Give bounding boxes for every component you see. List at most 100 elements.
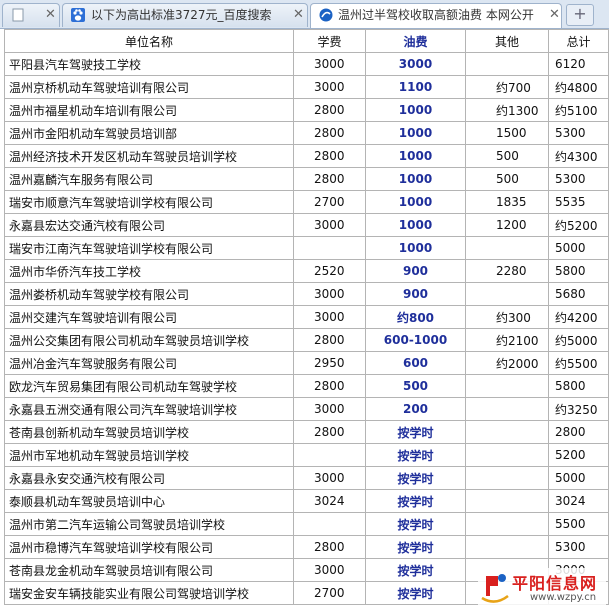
- table-row: 温州交建汽车驾驶培训有限公司 3000 约800 约300 约4200: [4, 305, 609, 329]
- cell-fuel-fee: 按学时: [365, 489, 466, 513]
- cell-fuel-fee: 按学时: [365, 420, 466, 444]
- table-row: 永嘉县永安交通汽校有限公司 3000 按学时 5000: [4, 466, 609, 490]
- table-row: 瑞安市顺意汽车驾驶培训学校有限公司 2700 1000 1835 5535: [4, 190, 609, 214]
- cell-fuel-fee: 按学时: [365, 512, 466, 536]
- cell-tuition: 3000: [293, 75, 366, 99]
- table-row: 泰顺县机动车驾驶员培训中心 3024 按学时 3024: [4, 489, 609, 513]
- fee-table: 单位名称 学费 油费 其他 总计 平阳县汽车驾驶技工学校 3000 3000 6120…: [4, 29, 609, 605]
- table-row: 温州市军地机动车驾驶员培训学校 按学时 5200: [4, 443, 609, 467]
- cell-other: [465, 489, 549, 513]
- cell-other: [465, 397, 549, 421]
- cell-unit-name: 瑞安市顺意汽车驾驶培训学校有限公司: [4, 190, 294, 214]
- cell-fuel-fee: 按学时: [365, 466, 466, 490]
- cell-total: 约3250: [548, 397, 609, 421]
- cell-other: 约700: [465, 75, 549, 99]
- cell-fuel-fee: 900: [365, 259, 466, 283]
- cell-total: 5000: [548, 466, 609, 490]
- cell-tuition: 3000: [293, 52, 366, 76]
- cell-fuel-fee: 约800: [365, 305, 466, 329]
- tab-close-icon[interactable]: ✕: [45, 4, 56, 26]
- cell-other: [465, 374, 549, 398]
- cell-other: [465, 466, 549, 490]
- header-unit-name: 单位名称: [4, 29, 294, 53]
- cell-fuel-fee: 600-1000: [365, 328, 466, 352]
- cell-unit-name: 平阳县汽车驾驶技工学校: [4, 52, 294, 76]
- cell-total: 5680: [548, 282, 609, 306]
- header-total: 总计: [548, 29, 609, 53]
- cell-fuel-fee: 按学时: [365, 535, 466, 559]
- cell-other: [465, 535, 549, 559]
- table-row: 平阳县汽车驾驶技工学校 3000 3000 6120: [4, 52, 609, 76]
- cell-fuel-fee: 1000: [365, 213, 466, 237]
- cell-other: [465, 282, 549, 306]
- cell-total: 约4300: [548, 144, 609, 168]
- table-row: 苍南县创新机动车驾驶员培训学校 2800 按学时 2800: [4, 420, 609, 444]
- cell-total: 6120: [548, 52, 609, 76]
- cell-tuition: 3024: [293, 489, 366, 513]
- cell-fuel-fee: 600: [365, 351, 466, 375]
- table-header-row: 单位名称 学费 油费 其他 总计: [4, 29, 609, 53]
- cell-tuition: 2800: [293, 420, 366, 444]
- cell-unit-name: 温州市军地机动车驾驶员培训学校: [4, 443, 294, 467]
- cell-tuition: 2520: [293, 259, 366, 283]
- cell-total: 约5000: [548, 328, 609, 352]
- cell-tuition: 3000: [293, 282, 366, 306]
- cell-tuition: 2700: [293, 581, 366, 605]
- tab-close-icon[interactable]: ✕: [549, 4, 560, 26]
- page-icon: [12, 8, 24, 22]
- cell-unit-name: 永嘉县五洲交通有限公司汽车驾驶培训学校: [4, 397, 294, 421]
- table-row: 温州冶金汽车驾驶服务有限公司 2950 600 约2000 约5500: [4, 351, 609, 375]
- new-tab-button[interactable]: +: [566, 4, 594, 26]
- cell-fuel-fee: 1000: [365, 236, 466, 260]
- cell-unit-name: 苍南县创新机动车驾驶员培训学校: [4, 420, 294, 444]
- cell-unit-name: 温州娄桥机动车驾驶学校有限公司: [4, 282, 294, 306]
- tab-label: 以下为高出标准3727元_百度搜索: [91, 8, 272, 22]
- cell-other: 500: [465, 167, 549, 191]
- cell-total: 5800: [548, 259, 609, 283]
- cell-other: [465, 420, 549, 444]
- header-tuition: 学费: [293, 29, 366, 53]
- cell-other: [465, 443, 549, 467]
- cell-tuition: 2700: [293, 190, 366, 214]
- watermark-title: 平阳信息网: [512, 574, 598, 593]
- cell-total: 3024: [548, 489, 609, 513]
- site-logo-icon: [481, 574, 509, 603]
- cell-unit-name: 温州交建汽车驾驶培训有限公司: [4, 305, 294, 329]
- cell-total: 5300: [548, 121, 609, 145]
- cell-total: 5535: [548, 190, 609, 214]
- tab-blank[interactable]: ✕: [2, 3, 60, 27]
- cell-unit-name: 温州市稳博汽车驾驶培训学校有限公司: [4, 535, 294, 559]
- cell-other: 1500: [465, 121, 549, 145]
- cell-unit-name: 温州市福星机动车培训有限公司: [4, 98, 294, 122]
- table-row: 温州京桥机动车驾驶培训有限公司 3000 1100 约700 约4800: [4, 75, 609, 99]
- header-fuel-fee: 油费: [365, 29, 466, 53]
- cell-fuel-fee: 500: [365, 374, 466, 398]
- cell-other: 1200: [465, 213, 549, 237]
- cell-unit-name: 温州市华侨汽车技工学校: [4, 259, 294, 283]
- table-row: 温州经济技术开发区机动车驾驶员培训学校 2800 1000 500 约4300: [4, 144, 609, 168]
- cell-total: 约4200: [548, 305, 609, 329]
- cell-fuel-fee: 200: [365, 397, 466, 421]
- cell-total: 5300: [548, 167, 609, 191]
- cell-tuition: [293, 443, 366, 467]
- cell-unit-name: 温州京桥机动车驾驶培训有限公司: [4, 75, 294, 99]
- cell-tuition: [293, 512, 366, 536]
- cell-other: 约300: [465, 305, 549, 329]
- cell-fuel-fee: 按学时: [365, 443, 466, 467]
- table-row: 永嘉县宏达交通汽校有限公司 3000 1000 1200 约5200: [4, 213, 609, 237]
- cell-tuition: 2950: [293, 351, 366, 375]
- tab-article-active[interactable]: 温州过半驾校收取高额油费 本网公开 ✕: [310, 3, 562, 28]
- cell-unit-name: 温州市金阳机动车驾驶员培训部: [4, 121, 294, 145]
- cell-tuition: 2800: [293, 535, 366, 559]
- cell-total: 5800: [548, 374, 609, 398]
- tab-baidu-search[interactable]: 以下为高出标准3727元_百度搜索 ✕: [62, 3, 308, 27]
- cell-total: 约5100: [548, 98, 609, 122]
- cell-tuition: 3000: [293, 466, 366, 490]
- cell-fuel-fee: 1000: [365, 144, 466, 168]
- cell-total: 5200: [548, 443, 609, 467]
- tab-close-icon[interactable]: ✕: [293, 4, 304, 26]
- baidu-paw-icon: [71, 8, 85, 22]
- table-row: 温州市福星机动车培训有限公司 2800 1000 约1300 约5100: [4, 98, 609, 122]
- cell-tuition: 3000: [293, 305, 366, 329]
- cell-total: 5000: [548, 236, 609, 260]
